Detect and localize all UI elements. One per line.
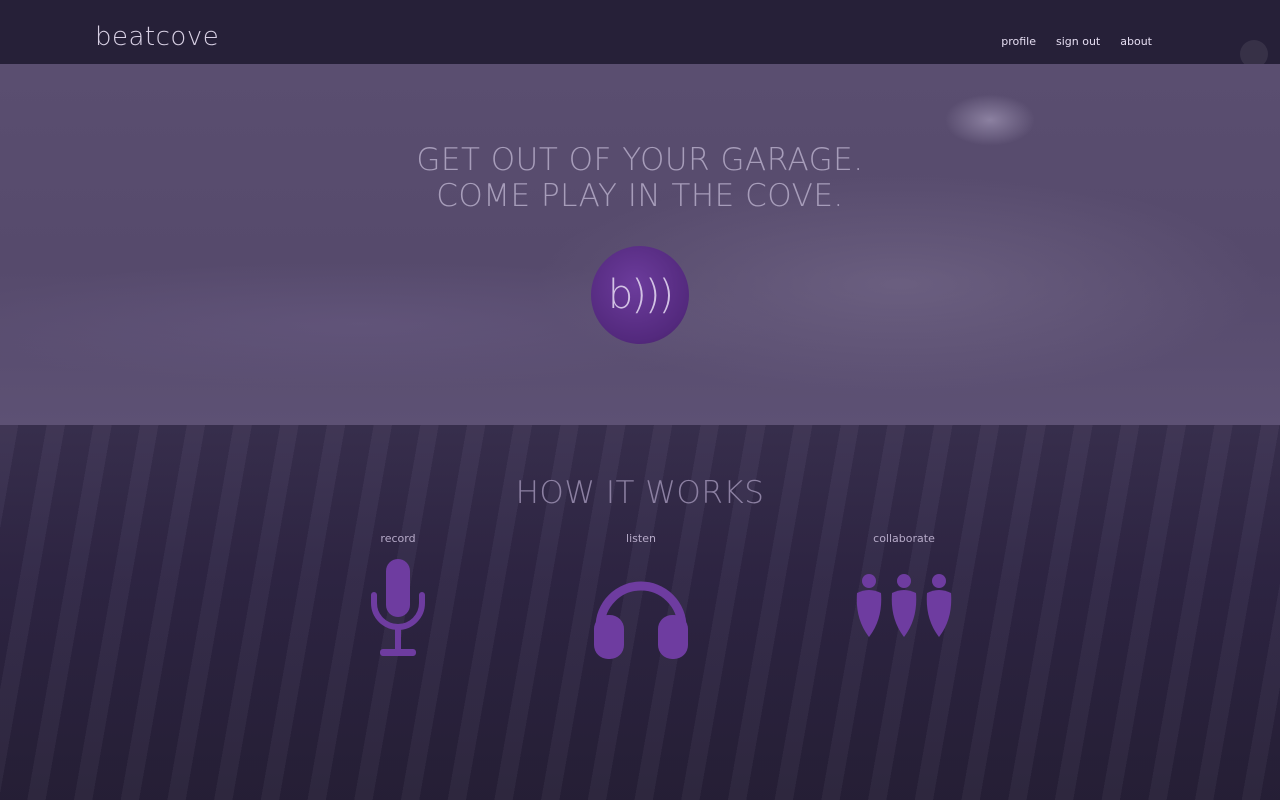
beatcove-badge-icon[interactable]: b))) <box>591 246 689 344</box>
hero-heading-line-1: GET OUT OF YOUR GARAGE. <box>416 142 864 178</box>
people-icon <box>856 574 952 637</box>
badge-text: b))) <box>607 272 674 318</box>
step-collaborate: collaborate <box>824 532 984 647</box>
hero-heading-line-2: COME PLAY IN THE COVE. <box>436 178 844 214</box>
nav-link-sign-out[interactable]: sign out <box>1056 35 1100 48</box>
microphone-icon <box>371 559 425 656</box>
nav-link-about[interactable]: about <box>1120 35 1152 48</box>
step-collaborate-label: collaborate <box>873 532 935 545</box>
step-listen: listen <box>561 532 721 667</box>
hero-banner: GET OUT OF YOUR GARAGE. COME PLAY IN THE… <box>0 64 1280 425</box>
step-record: record <box>318 532 478 667</box>
brand-logo[interactable]: beatcove <box>95 22 219 52</box>
step-listen-label: listen <box>626 532 656 545</box>
step-record-label: record <box>380 532 416 545</box>
nav-links: profile sign out about <box>1001 35 1152 48</box>
how-it-works-title: HOW IT WORKS <box>515 475 765 511</box>
nav-link-profile[interactable]: profile <box>1001 35 1036 48</box>
headphones-icon <box>594 581 688 659</box>
hero-heading: GET OUT OF YOUR GARAGE. COME PLAY IN THE… <box>0 142 1280 214</box>
navbar: beatcove profile sign out about <box>0 0 1280 64</box>
